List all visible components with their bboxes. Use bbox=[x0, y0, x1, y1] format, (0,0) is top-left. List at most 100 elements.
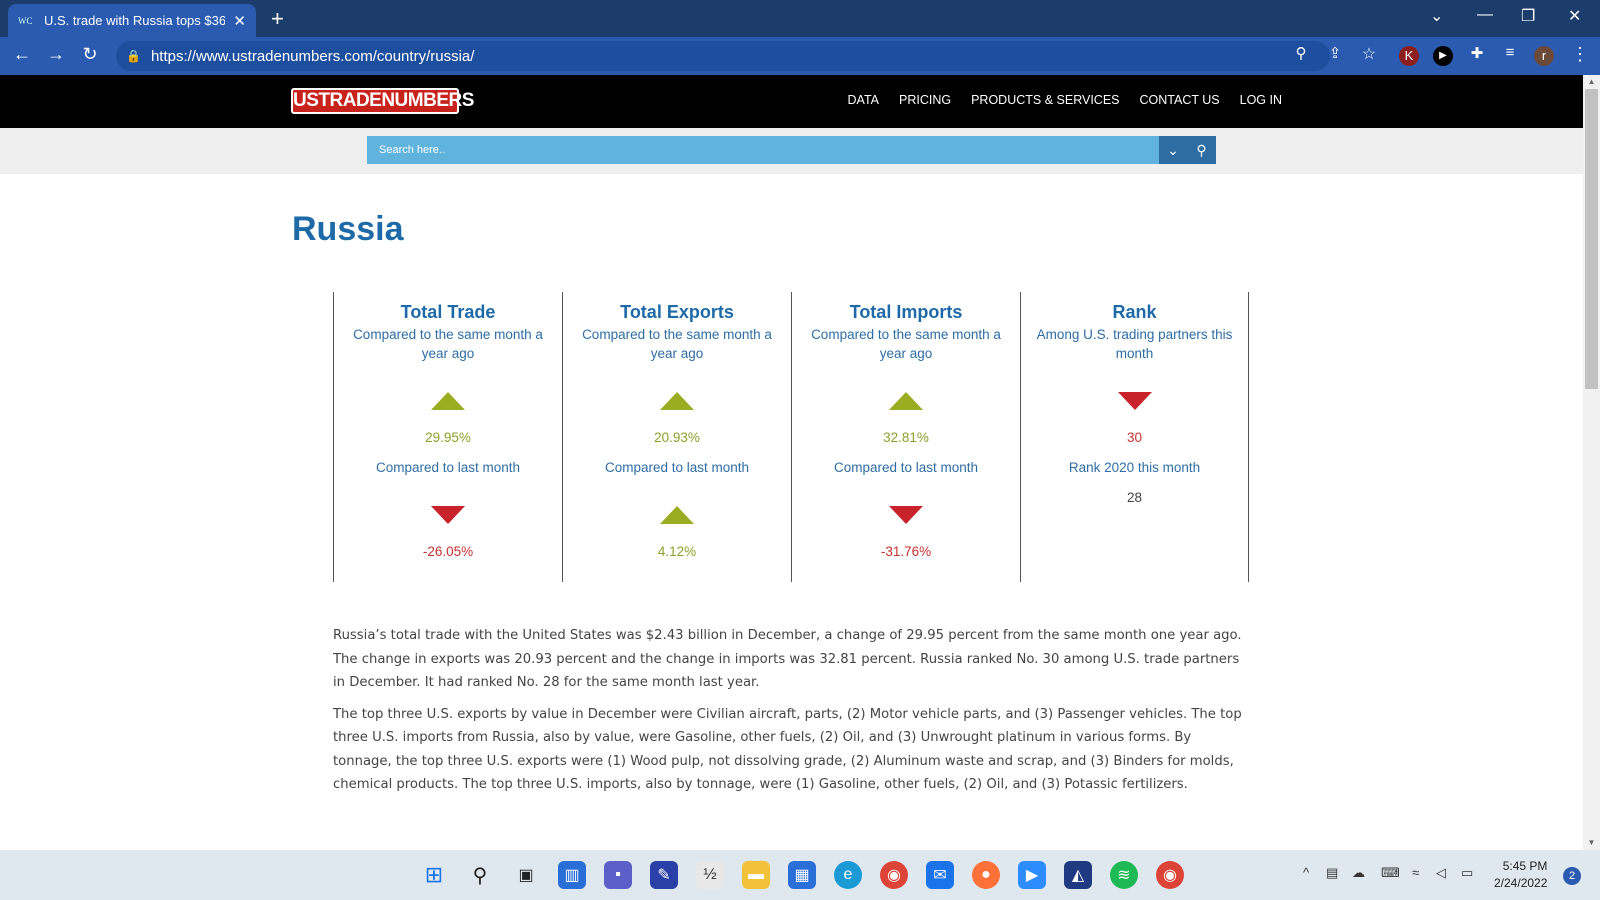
rank-prev-label: Rank 2020 this month bbox=[1068, 460, 1201, 475]
yoy-value: 20.93% bbox=[654, 430, 700, 445]
scroll-thumb[interactable] bbox=[1585, 89, 1598, 389]
tab-title: U.S. trade with Russia tops $36.0 bbox=[44, 13, 226, 28]
extension-k-icon[interactable]: K bbox=[1399, 46, 1419, 66]
stat-subtitle: Compared to the same month a year ago bbox=[811, 327, 1001, 361]
clock[interactable]: 5:45 PM 2/24/2022 bbox=[1494, 858, 1547, 892]
taskbar: ⊞ ⚲ ▣ ▥ ▪ ✎ ½ ▬ ▦ e ◉ ✉ ● ▶ ◭ ≋ ◉ ^ ▤ ☁ … bbox=[0, 850, 1600, 900]
stat-total-imports: Total Imports Compared to the same month… bbox=[791, 292, 1020, 582]
nav-data[interactable]: DATA bbox=[848, 93, 879, 107]
keyboard-icon[interactable]: ⌨ bbox=[1381, 865, 1400, 881]
onedrive-icon[interactable]: ☁ bbox=[1352, 865, 1365, 881]
browser-tab-bar: WC U.S. trade with Russia tops $36.0 ✕ +… bbox=[0, 0, 1600, 37]
edge-icon[interactable]: e bbox=[834, 861, 862, 889]
mail-icon[interactable]: ✉ bbox=[926, 861, 954, 889]
page-scrollbar[interactable]: ▲ ▼ bbox=[1583, 75, 1600, 850]
chrome-icon[interactable]: ◉ bbox=[880, 861, 908, 889]
minimize-icon[interactable]: — bbox=[1477, 6, 1493, 24]
profile-avatar[interactable]: r bbox=[1534, 46, 1554, 66]
up-arrow-icon bbox=[889, 392, 923, 410]
battery-icon[interactable]: ▭ bbox=[1461, 865, 1473, 881]
writing-app-icon[interactable]: ✎ bbox=[650, 861, 678, 889]
scroll-down-icon[interactable]: ▼ bbox=[1583, 838, 1600, 847]
spotify-icon[interactable]: ≋ bbox=[1110, 861, 1138, 889]
reload-icon[interactable]: ↻ bbox=[79, 44, 101, 65]
nav-products-services[interactable]: PRODUCTS & SERVICES bbox=[971, 93, 1119, 107]
page-title: Russia bbox=[292, 210, 404, 248]
summary-text: Russia’s total trade with the United Sta… bbox=[333, 624, 1253, 805]
mom-label: Compared to last month bbox=[833, 460, 979, 475]
notification-badge[interactable]: 2 bbox=[1563, 867, 1581, 885]
media-control-icon[interactable]: ≡ bbox=[1499, 44, 1521, 61]
browser-tab[interactable]: WC U.S. trade with Russia tops $36.0 ✕ bbox=[8, 4, 256, 37]
mom-value: -26.05% bbox=[422, 544, 474, 559]
summary-paragraph: The top three U.S. exports by value in D… bbox=[333, 706, 1242, 793]
address-toolbar: ← → ↻ 🔒 https://www.ustradenumbers.com/c… bbox=[0, 37, 1600, 75]
clock-time: 5:45 PM bbox=[1502, 859, 1548, 873]
store-icon[interactable]: ▦ bbox=[788, 861, 816, 889]
back-icon[interactable]: ← bbox=[11, 44, 33, 65]
nav-log-in[interactable]: LOG IN bbox=[1240, 93, 1282, 107]
extension-play-icon[interactable]: ▶ bbox=[1433, 46, 1453, 66]
start-icon[interactable]: ⊞ bbox=[420, 861, 448, 889]
down-arrow-icon bbox=[889, 506, 923, 524]
stat-heading: Total Imports bbox=[849, 302, 963, 322]
site-logo[interactable]: USTRADENUMBERS bbox=[291, 88, 474, 114]
nav-contact-us[interactable]: CONTACT US bbox=[1140, 93, 1220, 107]
down-arrow-icon bbox=[431, 506, 465, 524]
main-nav: DATA PRICING PRODUCTS & SERVICES CONTACT… bbox=[848, 93, 1282, 107]
tab-search-chevron-icon[interactable]: ⌄ bbox=[1430, 6, 1443, 26]
widgets-icon[interactable]: ▥ bbox=[558, 861, 586, 889]
close-window-icon[interactable]: ✕ bbox=[1568, 6, 1581, 26]
mom-label: Compared to last month bbox=[604, 460, 750, 475]
new-tab-icon[interactable]: + bbox=[271, 6, 284, 32]
teams-chat-icon[interactable]: ▪ bbox=[604, 861, 632, 889]
stat-heading: Total Exports bbox=[620, 302, 734, 322]
restore-icon[interactable]: ❐ bbox=[1521, 6, 1535, 26]
stat-subtitle: Compared to the same month a year ago bbox=[353, 327, 543, 361]
lock-icon[interactable]: 🔒 bbox=[126, 49, 141, 63]
summary-paragraph: Russia’s total trade with the United Sta… bbox=[333, 628, 1242, 690]
tab-close-icon[interactable]: ✕ bbox=[233, 12, 246, 30]
down-arrow-icon bbox=[1117, 392, 1152, 410]
yoy-value: 32.81% bbox=[883, 430, 929, 445]
tray-overflow-icon[interactable]: ^ bbox=[1303, 865, 1309, 880]
task-view-icon[interactable]: ▣ bbox=[512, 861, 540, 889]
wifi-icon[interactable]: ≈ bbox=[1412, 865, 1419, 880]
calculator-icon[interactable]: ½ bbox=[696, 861, 724, 889]
forward-icon[interactable]: → bbox=[45, 44, 67, 65]
app-icon[interactable]: ◭ bbox=[1064, 861, 1092, 889]
rank-value: 30 bbox=[1126, 430, 1143, 445]
stat-total-exports: Total Exports Compared to the same month… bbox=[562, 292, 791, 582]
tray-app-icon[interactable]: ▤ bbox=[1326, 865, 1338, 881]
stats-panel: Total Trade Compared to the same month a… bbox=[333, 292, 1250, 582]
volume-icon[interactable]: ◁ bbox=[1436, 865, 1446, 881]
mom-value: 4.12% bbox=[657, 544, 697, 559]
mom-value: -31.76% bbox=[880, 544, 932, 559]
browser-menu-icon[interactable]: ⋮ bbox=[1569, 44, 1591, 65]
firefox-icon[interactable]: ● bbox=[972, 861, 1000, 889]
search-strip: Search here.. ⌄ ⚲ bbox=[0, 128, 1583, 174]
file-explorer-icon[interactable]: ▬ bbox=[742, 861, 770, 889]
stat-rank: Rank Among U.S. trading partners this mo… bbox=[1020, 292, 1249, 582]
zoom-app-icon[interactable]: ▶ bbox=[1018, 861, 1046, 889]
mom-label: Compared to last month bbox=[375, 460, 521, 475]
stat-heading: Rank bbox=[1112, 302, 1157, 322]
up-arrow-icon bbox=[660, 506, 694, 524]
nav-pricing[interactable]: PRICING bbox=[899, 93, 951, 107]
up-arrow-icon bbox=[660, 392, 694, 410]
extensions-puzzle-icon[interactable]: ✚ bbox=[1466, 44, 1488, 62]
search-icon[interactable]: ⚲ bbox=[466, 861, 494, 889]
scroll-up-icon[interactable]: ▲ bbox=[1583, 77, 1600, 86]
omnibox[interactable]: 🔒 https://www.ustradenumbers.com/country… bbox=[116, 41, 1330, 71]
chrome-profile-icon[interactable]: ◉ bbox=[1156, 861, 1184, 889]
up-arrow-icon bbox=[431, 392, 465, 410]
share-icon[interactable]: ⇪ bbox=[1324, 44, 1346, 62]
search-input[interactable]: Search here.. bbox=[367, 136, 1159, 164]
zoom-icon[interactable]: ⚲ bbox=[1290, 44, 1312, 62]
bookmark-star-icon[interactable]: ☆ bbox=[1358, 44, 1380, 64]
stat-subtitle: Compared to the same month a year ago bbox=[582, 327, 772, 361]
url-text[interactable]: https://www.ustradenumbers.com/country/r… bbox=[151, 48, 474, 65]
search-dropdown-chevron-icon[interactable]: ⌄ bbox=[1159, 136, 1187, 164]
yoy-value: 29.95% bbox=[425, 430, 471, 445]
search-icon[interactable]: ⚲ bbox=[1187, 136, 1216, 164]
